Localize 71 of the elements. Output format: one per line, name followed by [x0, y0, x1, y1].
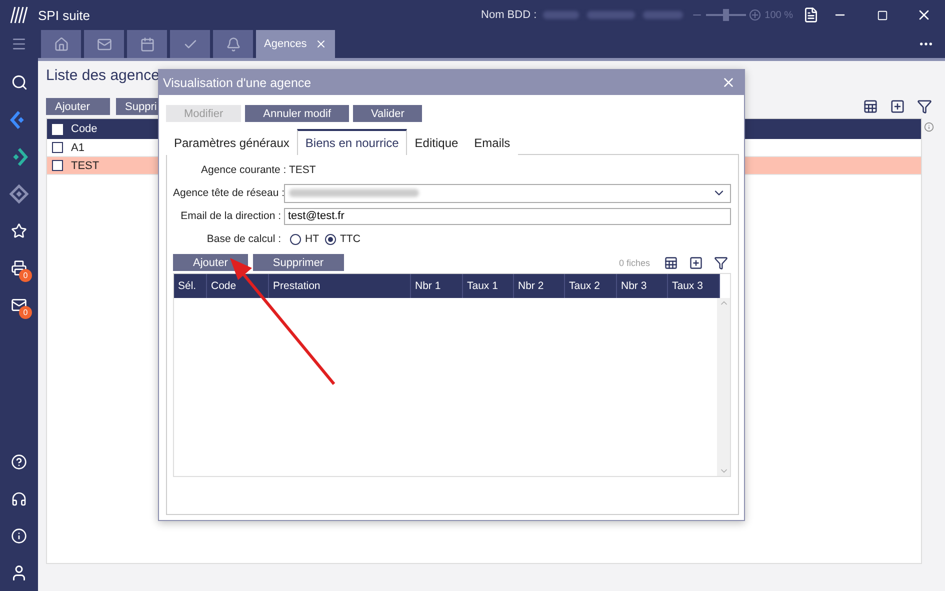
- blurred-text: [542, 11, 579, 19]
- search-icon[interactable]: [10, 74, 28, 91]
- dialog-button[interactable]: Annuler modif: [245, 105, 349, 122]
- select-all-checkbox[interactable]: [52, 124, 63, 134]
- tab[interactable]: Biens en nourrice: [297, 129, 407, 155]
- column-header: Code: [207, 274, 269, 298]
- spreadsheet-icon[interactable]: [863, 99, 878, 114]
- toolbar-button[interactable]: Supprimer: [252, 254, 344, 271]
- add-icon[interactable]: [890, 99, 905, 114]
- check-tab[interactable]: [170, 30, 210, 58]
- filter-icon[interactable]: [917, 99, 932, 114]
- column-header: Nbr 1: [411, 274, 463, 298]
- mail-tab[interactable]: [84, 30, 124, 58]
- email-field[interactable]: test@test.fr: [284, 208, 731, 224]
- bell-icon: [226, 36, 240, 52]
- info-icon[interactable]: [11, 528, 27, 544]
- star-icon[interactable]: [11, 222, 27, 238]
- field-label: Base de calcul :: [206, 233, 282, 245]
- count-badge: 0: [19, 269, 32, 282]
- document-icon[interactable]: [803, 7, 819, 23]
- blurred-text: [642, 11, 683, 19]
- current-agency-label: Agence courante : TEST: [201, 164, 316, 176]
- radio-button[interactable]: [325, 234, 336, 244]
- radio-label: HT: [305, 233, 319, 245]
- column-header: Nbr 3: [617, 274, 668, 298]
- column-header: Taux 3: [668, 274, 720, 298]
- maximize-icon[interactable]: [876, 10, 888, 20]
- diamond-icon[interactable]: [9, 184, 29, 204]
- menu-icon[interactable]: [11, 36, 27, 52]
- bell-tab[interactable]: [213, 30, 253, 58]
- column-header: Prestation: [269, 274, 411, 298]
- filter-icon[interactable]: [714, 256, 728, 270]
- info-icon: [924, 122, 934, 132]
- toolbar-button[interactable]: Ajouter: [173, 254, 248, 271]
- dialog-button[interactable]: Valider: [353, 105, 422, 122]
- tab[interactable]: Agences: [256, 30, 335, 58]
- column-header: Nbr 2: [514, 274, 565, 298]
- zoom-level: 100 %: [764, 10, 793, 20]
- table-cell: TEST: [71, 160, 100, 172]
- radio-label: TTC: [340, 233, 360, 245]
- field-label: Email de la direction :: [180, 210, 282, 222]
- toolbar-button[interactable]: Ajouter: [46, 98, 110, 115]
- user-icon[interactable]: [10, 564, 28, 582]
- add-icon[interactable]: [689, 256, 703, 270]
- home-icon: [54, 36, 68, 52]
- table-cell: A1: [71, 142, 84, 154]
- row-checkbox[interactable]: [52, 160, 63, 171]
- column-header: Sél.: [174, 274, 207, 298]
- zoom-in-icon[interactable]: [748, 9, 761, 21]
- column-header: Code: [71, 123, 98, 135]
- calendar-icon: [140, 36, 154, 52]
- headset-icon[interactable]: [11, 490, 27, 506]
- logo-icon: [10, 6, 28, 24]
- app-title: SPI suite: [38, 8, 90, 22]
- help-icon[interactable]: [11, 454, 27, 470]
- blurred-text: [586, 11, 635, 19]
- row-checkbox[interactable]: [52, 142, 63, 153]
- spreadsheet-icon[interactable]: [664, 256, 678, 270]
- radio-button[interactable]: [290, 234, 301, 244]
- column-header: Taux 2: [565, 274, 617, 298]
- page-title: Liste des agence: [46, 67, 160, 84]
- count-badge: 0: [19, 306, 32, 319]
- home-tab[interactable]: [41, 30, 81, 58]
- calendar-tab[interactable]: [127, 30, 167, 58]
- zoom-slider[interactable]: [706, 9, 746, 21]
- dialog-title: Visualisation d'une agence: [163, 76, 312, 90]
- field-label: Agence tête de réseau :: [173, 187, 284, 199]
- record-count: 0 fiches: [618, 258, 650, 268]
- mail-icon: [96, 36, 112, 52]
- database-label: Nom BDD :: [481, 9, 537, 21]
- column-header: Taux 1: [463, 274, 514, 298]
